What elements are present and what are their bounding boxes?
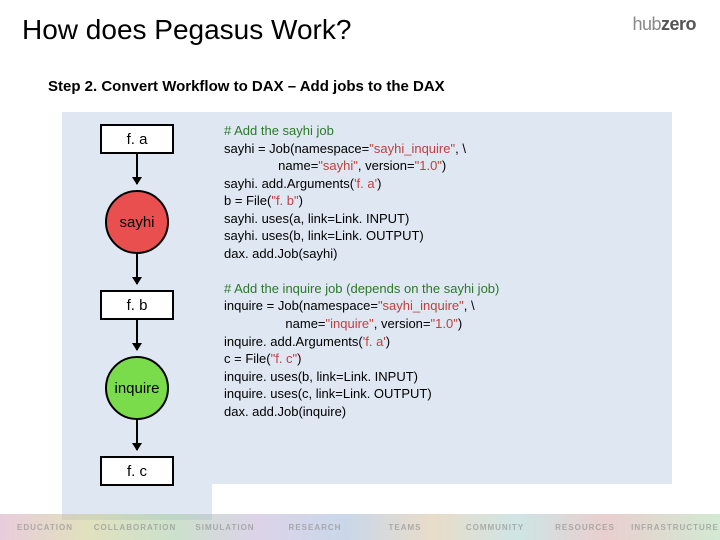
code-line: dax. add.Job(sayhi) [224,246,337,261]
code-string: "f. b" [271,193,298,208]
code-line: ) [377,176,381,191]
code-line: inquire. uses(b, link=Link. INPUT) [224,369,418,384]
footer-item: INFRASTRUCTURE [630,523,720,532]
code-line: ) [442,158,446,173]
logo-suffix: zero [661,14,696,34]
arrow-icon [136,254,138,284]
file-node-fc: f. c [100,456,174,486]
code-line: inquire = Job(namespace= [224,298,378,313]
arrow-icon [136,154,138,184]
code-line: , \ [455,141,466,156]
footer-item: TEAMS [360,523,450,532]
code-line: sayhi. uses(b, link=Link. OUTPUT) [224,228,424,243]
code-string: "inquire" [326,316,374,331]
code-line: , \ [464,298,475,313]
logo-prefix: hub [632,14,661,34]
code-string: "sayhi" [318,158,358,173]
code-string: "1.0" [415,158,442,173]
code-line: inquire. uses(c, link=Link. OUTPUT) [224,386,432,401]
code-line: sayhi. uses(a, link=Link. INPUT) [224,211,409,226]
code-string: 'f. a' [363,334,386,349]
code-line: , version= [358,158,415,173]
footer-item: COLLABORATION [90,523,180,532]
footer-strip: EDUCATION COLLABORATION SIMULATION RESEA… [0,514,720,540]
arrow-icon [136,420,138,450]
code-line: name= [224,316,326,331]
code-line: c = File( [224,351,271,366]
job-node-inquire: inquire [105,356,169,420]
code-block: # Add the sayhi job sayhi = Job(namespac… [212,112,672,484]
code-line: sayhi. add.Arguments( [224,176,354,191]
code-line: b = File( [224,193,271,208]
code-string: 'f. a' [354,176,377,191]
code-comment: # Add the inquire job (depends on the sa… [224,281,499,296]
code-line: ) [386,334,390,349]
page-title: How does Pegasus Work? [22,14,351,46]
code-line: name= [224,158,318,173]
footer-item: COMMUNITY [450,523,540,532]
code-string: "f. c" [271,351,298,366]
workflow-diagram: f. a sayhi f. b inquire f. c [62,112,212,520]
code-line: ) [299,193,303,208]
code-string: "1.0" [431,316,458,331]
code-line: ) [297,351,301,366]
code-line: sayhi = Job(namespace= [224,141,369,156]
file-node-fa: f. a [100,124,174,154]
step-heading: Step 2. Convert Workflow to DAX – Add jo… [48,78,445,95]
code-string: "sayhi_inquire" [369,141,455,156]
footer-item: SIMULATION [180,523,270,532]
job-node-sayhi: sayhi [105,190,169,254]
code-comment: # Add the sayhi job [224,123,334,138]
hubzero-logo: hubzero [632,14,696,35]
arrow-icon [136,320,138,350]
file-node-fb: f. b [100,290,174,320]
code-line: , version= [374,316,431,331]
code-line: dax. add.Job(inquire) [224,404,346,419]
code-line: ) [458,316,462,331]
code-string: "sayhi_inquire" [378,298,464,313]
footer-item: EDUCATION [0,523,90,532]
footer-item: RESOURCES [540,523,630,532]
code-line: inquire. add.Arguments( [224,334,363,349]
footer-item: RESEARCH [270,523,360,532]
